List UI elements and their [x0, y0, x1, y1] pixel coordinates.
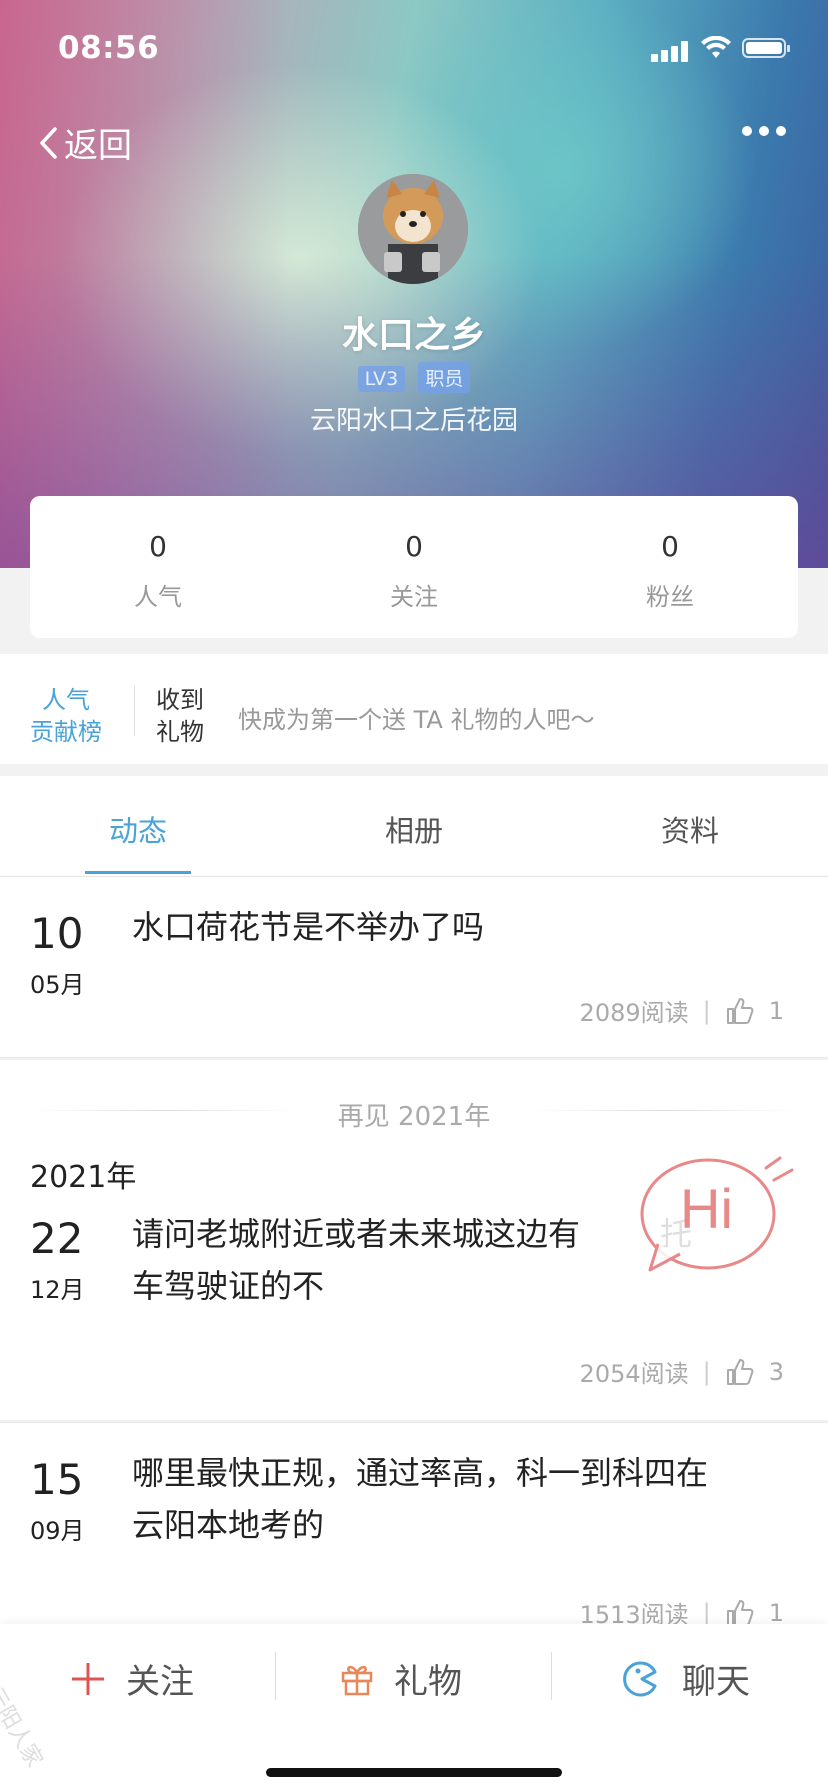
- stat-following[interactable]: 0 关注: [286, 496, 542, 638]
- level-badge: LV3: [357, 366, 406, 392]
- post-item[interactable]: 15 09月 哪里最快正规，通过率高，科一到科四在 云阳本地考的 1513阅读 …: [0, 1422, 828, 1629]
- post-title-line1: 请问老城附近或者未来城这边有: [132, 1215, 581, 1253]
- gift-button[interactable]: 礼物: [340, 1654, 462, 1703]
- post-title-line2: 云阳本地考的: [132, 1506, 325, 1544]
- post-title-line2: 车驾驶证的不: [132, 1267, 325, 1305]
- year-divider-text: 再见 2021年: [337, 1102, 491, 1132]
- contribution-rank-link[interactable]: 人气 贡献榜: [30, 684, 102, 748]
- battery-icon: [742, 38, 790, 58]
- gift-row: 人气 贡献榜 收到 礼物 快成为第一个送 TA 礼物的人吧～: [0, 654, 828, 764]
- post-like-count: 1: [768, 1598, 784, 1627]
- divider: [134, 686, 135, 736]
- stat-fans[interactable]: 0 粉丝: [542, 496, 798, 638]
- received-line2: 礼物: [156, 718, 204, 746]
- post-day: 15: [30, 1455, 84, 1504]
- tab-profile-info[interactable]: 资料: [630, 808, 750, 850]
- tab-posts[interactable]: 动态: [78, 808, 198, 850]
- role-badge: 职员: [418, 362, 471, 393]
- post-month: 05月: [30, 971, 85, 999]
- follow-button[interactable]: 关注: [70, 1654, 194, 1703]
- divider: [0, 1057, 828, 1058]
- post-title-line1: 哪里最快正规，通过率高，科一到科四在: [132, 1454, 709, 1492]
- stat-value: 0: [405, 530, 423, 563]
- bottom-action-bar: 关注 礼物 聊天: [0, 1624, 828, 1792]
- post-day: 22: [30, 1214, 84, 1263]
- year-divider: 再见 2021年: [0, 1060, 828, 1150]
- chevron-left-icon: [40, 126, 57, 159]
- post-read-count: 2054阅读: [579, 1360, 689, 1388]
- divider-line: [530, 1110, 798, 1111]
- signal-icon: [651, 40, 691, 62]
- post-month: 12月: [30, 1276, 85, 1304]
- profile-subtitle: 云阳水口之后花园: [309, 406, 518, 436]
- post-like-count: 1: [768, 996, 784, 1025]
- back-label: 返回: [64, 126, 132, 166]
- follow-label: 关注: [126, 1662, 194, 1702]
- year-label: 2021年: [30, 1160, 137, 1195]
- more-options-icon[interactable]: [742, 126, 786, 136]
- back-button[interactable]: 返回: [38, 118, 132, 167]
- post-like-count: 3: [768, 1357, 784, 1386]
- rank-line1: 人气: [42, 686, 90, 714]
- profile-header-background: [0, 0, 828, 568]
- status-time: 08:56: [58, 30, 160, 66]
- home-indicator: [266, 1768, 562, 1777]
- chat-label: 聊天: [682, 1662, 750, 1702]
- post-title: 哪里最快正规，通过率高，科一到科四在 云阳本地考的: [132, 1447, 802, 1551]
- stat-popularity[interactable]: 0 人气: [30, 496, 286, 638]
- stat-label: 关注: [390, 583, 438, 611]
- received-line1: 收到: [156, 686, 204, 714]
- stat-value: 0: [149, 530, 167, 563]
- stat-label: 粉丝: [646, 583, 694, 611]
- wifi-icon: [701, 36, 731, 58]
- stat-label: 人气: [134, 583, 182, 611]
- post-title: 水口荷花节是不举办了吗: [132, 908, 485, 946]
- post-item[interactable]: 10 05月 水口荷花节是不举办了吗 2089阅读 | 1: [0, 877, 828, 1057]
- profile-badges: LV3 职员: [0, 362, 828, 393]
- post-read-count: 2089阅读: [579, 999, 689, 1027]
- gift-icon: [341, 1665, 373, 1695]
- thumbs-up-icon[interactable]: [725, 996, 755, 1026]
- tab-album[interactable]: 相册: [354, 808, 474, 850]
- tab-bar: 动态 相册 资料: [0, 776, 828, 877]
- hi-text: Hi: [680, 1177, 733, 1240]
- post-month: 09月: [30, 1517, 85, 1545]
- chat-icon: [623, 1661, 657, 1696]
- gift-label: 礼物: [394, 1662, 462, 1702]
- thumbs-up-icon[interactable]: [725, 1598, 755, 1628]
- divider: [551, 1652, 552, 1700]
- stat-value: 0: [661, 530, 679, 563]
- profile-name: 水口之乡: [341, 315, 486, 356]
- post-day: 10: [30, 909, 84, 958]
- thumbs-up-icon[interactable]: [725, 1357, 755, 1387]
- gift-hint[interactable]: 快成为第一个送 TA 礼物的人吧～: [238, 700, 594, 735]
- status-bar: 08:56: [0, 30, 828, 70]
- say-hi-button[interactable]: Hi: [638, 1152, 798, 1278]
- chat-button[interactable]: 聊天: [622, 1654, 750, 1703]
- plus-icon: [72, 1662, 104, 1695]
- divider: [275, 1652, 276, 1700]
- stats-card: 0 人气 0 关注 0 粉丝: [30, 496, 798, 638]
- post-meta: 2054阅读 | 3: [580, 1354, 784, 1389]
- avatar[interactable]: [358, 174, 468, 284]
- received-gifts-label: 收到 礼物: [156, 684, 204, 748]
- rank-line2: 贡献榜: [30, 718, 102, 746]
- post-meta: 2089阅读 | 1: [580, 993, 784, 1028]
- active-tab-indicator: [85, 871, 191, 874]
